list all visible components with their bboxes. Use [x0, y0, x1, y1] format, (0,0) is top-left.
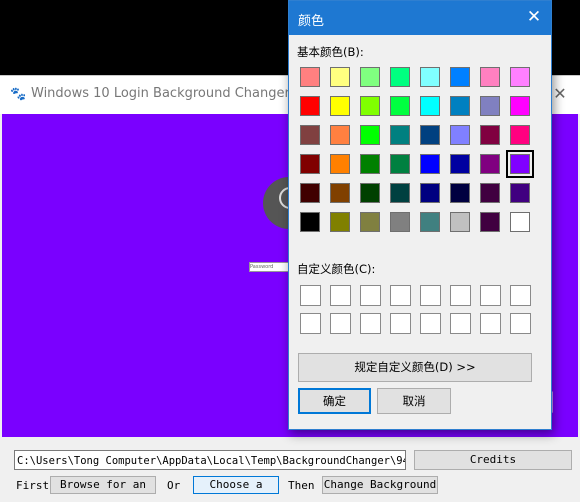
basic-color-swatch[interactable]	[420, 67, 440, 87]
basic-color-swatch[interactable]	[330, 154, 350, 174]
basic-color-swatch[interactable]	[300, 125, 320, 145]
basic-color-swatch[interactable]	[300, 212, 320, 232]
image-path-field[interactable]: C:\Users\Tong Computer\AppData\Local\Tem…	[14, 450, 406, 470]
basic-color-swatch[interactable]	[300, 183, 320, 203]
color-dialog: 颜色 ✕ 基本颜色(B): 自定义颜色(C): 规定自定义颜色(D) >> 确定…	[288, 0, 552, 430]
basic-color-swatch[interactable]	[360, 154, 380, 174]
basic-color-swatch[interactable]	[480, 183, 500, 203]
basic-color-swatch[interactable]	[450, 125, 470, 145]
basic-color-swatch[interactable]	[420, 212, 440, 232]
basic-color-swatch[interactable]	[300, 154, 320, 174]
custom-color-swatch[interactable]	[450, 285, 471, 306]
close-icon[interactable]: ✕	[550, 84, 570, 104]
basic-color-swatch[interactable]	[390, 154, 410, 174]
basic-color-swatch[interactable]	[510, 212, 530, 232]
custom-color-swatch[interactable]	[330, 313, 351, 334]
basic-color-swatch[interactable]	[480, 96, 500, 116]
app-title: Windows 10 Login Background Changer	[31, 86, 290, 101]
browse-image-button[interactable]: Browse for an	[50, 476, 156, 494]
basic-color-swatch[interactable]	[450, 212, 470, 232]
basic-color-swatch[interactable]	[300, 96, 320, 116]
basic-color-swatch[interactable]	[510, 183, 530, 203]
basic-color-swatch[interactable]	[390, 183, 410, 203]
basic-color-swatch[interactable]	[450, 96, 470, 116]
choose-color-button[interactable]: Choose a	[193, 476, 279, 494]
custom-color-swatch[interactable]	[420, 285, 441, 306]
dialog-title: 颜色	[298, 14, 325, 29]
basic-color-swatch[interactable]	[420, 183, 440, 203]
basic-color-swatch[interactable]	[420, 96, 440, 116]
basic-color-swatch[interactable]	[450, 67, 470, 87]
basic-color-swatch[interactable]	[360, 67, 380, 87]
basic-color-swatch[interactable]	[480, 212, 500, 232]
basic-color-swatch[interactable]	[360, 183, 380, 203]
basic-color-swatch[interactable]	[390, 67, 410, 87]
basic-color-swatch[interactable]	[390, 96, 410, 116]
basic-color-swatch[interactable]	[450, 183, 470, 203]
change-background-button[interactable]: Change Background	[322, 476, 438, 494]
custom-color-swatch[interactable]	[390, 285, 411, 306]
custom-color-swatch[interactable]	[480, 285, 501, 306]
basic-color-swatch[interactable]	[330, 67, 350, 87]
basic-colors-label: 基本颜色(B):	[297, 45, 364, 59]
basic-color-swatch[interactable]	[330, 183, 350, 203]
basic-color-swatch[interactable]	[330, 125, 350, 145]
custom-colors-label: 自定义颜色(C):	[297, 262, 376, 276]
basic-color-swatch[interactable]	[510, 96, 530, 116]
basic-color-swatch[interactable]	[420, 125, 440, 145]
cancel-button[interactable]: 取消	[377, 388, 451, 414]
or-label: Or	[167, 479, 181, 492]
custom-color-swatch[interactable]	[330, 285, 351, 306]
basic-color-swatch[interactable]	[330, 96, 350, 116]
ok-button[interactable]: 确定	[298, 388, 371, 414]
basic-color-swatch[interactable]	[360, 125, 380, 145]
basic-color-swatch[interactable]	[390, 125, 410, 145]
custom-color-swatch[interactable]	[510, 285, 531, 306]
define-custom-colors-button[interactable]: 规定自定义颜色(D) >>	[298, 353, 532, 382]
basic-color-swatch[interactable]	[420, 154, 440, 174]
basic-color-swatch[interactable]	[360, 212, 380, 232]
paw-icon: 🐾	[10, 87, 27, 102]
custom-color-swatch[interactable]	[480, 313, 501, 334]
dialog-titlebar: 颜色 ✕	[289, 1, 551, 35]
custom-color-swatch[interactable]	[360, 285, 381, 306]
then-label: Then	[288, 479, 315, 492]
basic-color-swatch[interactable]	[480, 67, 500, 87]
basic-color-swatch[interactable]	[360, 96, 380, 116]
close-icon[interactable]: ✕	[523, 6, 545, 28]
basic-color-swatch[interactable]	[480, 125, 500, 145]
basic-color-swatch[interactable]	[506, 150, 534, 178]
basic-color-swatch[interactable]	[510, 125, 530, 145]
basic-color-swatch[interactable]	[390, 212, 410, 232]
basic-color-swatch[interactable]	[510, 67, 530, 87]
basic-color-swatch[interactable]	[480, 154, 500, 174]
custom-color-swatch[interactable]	[390, 313, 411, 334]
basic-color-swatch[interactable]	[330, 212, 350, 232]
credits-button[interactable]: Credits	[414, 450, 572, 470]
custom-color-swatch[interactable]	[300, 285, 321, 306]
custom-color-swatch[interactable]	[510, 313, 531, 334]
first-label: First	[16, 479, 50, 492]
custom-color-swatch[interactable]	[300, 313, 321, 334]
basic-color-swatch[interactable]	[450, 154, 470, 174]
custom-color-swatch[interactable]	[450, 313, 471, 334]
custom-color-swatch[interactable]	[360, 313, 381, 334]
basic-color-swatch[interactable]	[300, 67, 320, 87]
custom-color-swatch[interactable]	[420, 313, 441, 334]
